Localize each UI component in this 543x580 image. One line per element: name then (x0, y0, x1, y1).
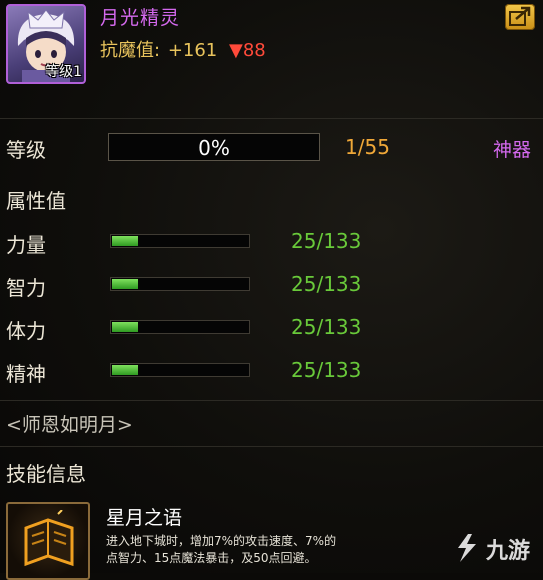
watermark-text: 九游 (486, 539, 531, 564)
level-progress-bar: 0% (108, 133, 320, 161)
stat-bar-strength (110, 234, 250, 248)
skills-title: 技能信息 (6, 462, 86, 486)
skill-description: 进入地下城时，增加7%的攻击速度、7%的 点智力、15点魔法暴击，及50点回避。 (106, 533, 436, 567)
character-header: 等级1 月光精灵 抗魔值: +161 ▼88 (0, 0, 543, 100)
stat-fill-spirit (112, 365, 138, 375)
jiuyou-logo-icon (458, 534, 476, 562)
magic-resist-plus: +161 (167, 40, 218, 61)
artifact-link[interactable]: 神器 (493, 135, 531, 162)
magic-resist-line: 抗魔值: +161 ▼88 (100, 36, 266, 62)
attributes-title: 属性值 (6, 189, 66, 213)
character-info-panel: 等级1 月光精灵 抗魔值: +161 ▼88 等级 0% 1/55 神器 属性值… (0, 0, 543, 580)
character-motto: <师恩如明月> (6, 414, 133, 436)
skill-name: 星月之语 (106, 507, 183, 529)
character-name: 月光精灵 (100, 7, 181, 29)
stat-bar-vitality (110, 320, 250, 334)
watermark: 九游 (450, 528, 540, 568)
avatar-level-label: 等级1 (45, 64, 82, 80)
spellbook-icon (24, 510, 74, 567)
stat-label-intelligence: 智力 (6, 276, 46, 300)
motto-divider (0, 446, 543, 447)
stat-fill-strength (112, 236, 138, 246)
magic-resist-label: 抗魔值: (100, 40, 161, 61)
magic-resist-minus: ▼88 (229, 40, 266, 61)
skill-icon-slot[interactable] (6, 502, 90, 580)
stat-value-intelligence: 25/133 (291, 272, 362, 296)
export-button[interactable] (505, 4, 535, 30)
stat-fill-vitality (112, 322, 138, 332)
stat-value-vitality: 25/133 (291, 315, 362, 339)
stat-bar-spirit (110, 363, 250, 377)
skill-desc-line-2: 点智力、15点魔法暴击，及50点回避。 (106, 551, 317, 565)
stat-label-strength: 力量 (6, 233, 46, 257)
character-avatar[interactable]: 等级1 (6, 4, 86, 84)
stat-value-spirit: 25/133 (291, 358, 362, 382)
stat-fill-intelligence (112, 279, 138, 289)
stat-bar-intelligence (110, 277, 250, 291)
level-label: 等级 (6, 138, 46, 162)
header-divider (0, 118, 543, 119)
level-progress-text: 0% (198, 136, 230, 160)
level-count: 1/55 (345, 135, 390, 159)
stat-value-strength: 25/133 (291, 229, 362, 253)
attributes-divider (0, 400, 543, 401)
stat-label-vitality: 体力 (6, 319, 46, 343)
export-arrow-icon (509, 6, 531, 26)
stat-label-spirit: 精神 (6, 362, 46, 386)
skill-desc-line-1: 进入地下城时，增加7%的攻击速度、7%的 (106, 534, 337, 548)
